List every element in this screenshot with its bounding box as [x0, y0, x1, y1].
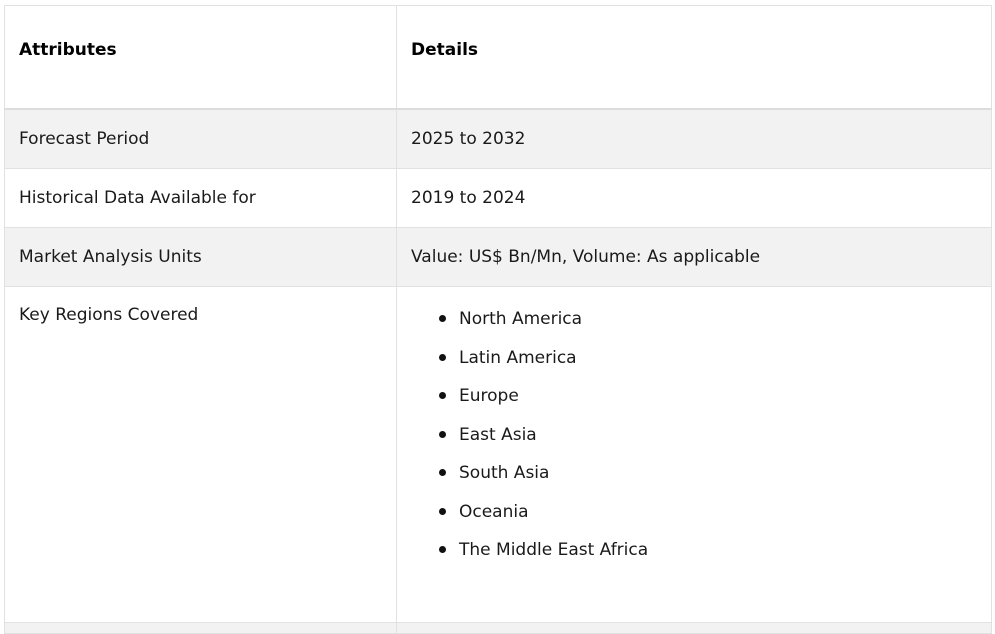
region-item: East Asia	[439, 423, 977, 462]
table-row: Market Analysis Units Value: US$ Bn/Mn, …	[4, 227, 992, 287]
attributes-table: Attributes Details Forecast Period 2025 …	[4, 5, 992, 634]
bullet-icon	[439, 430, 446, 438]
region-item: Oceania	[439, 500, 977, 539]
bullet-icon	[439, 507, 446, 515]
table-row-regions: Key Regions Covered North America Latin …	[4, 286, 992, 623]
attribute-cell: Forecast Period	[4, 108, 397, 169]
region-item: South Asia	[439, 461, 977, 500]
header-attributes: Attributes	[4, 5, 397, 110]
region-label: North America	[459, 309, 583, 329]
region-label: The Middle East Africa	[459, 540, 649, 560]
bullet-icon	[439, 469, 446, 476]
region-label: East Asia	[459, 424, 537, 445]
detail-cell: Value: US$ Bn/Mn, Volume: As applicable	[396, 227, 992, 287]
detail-cell: 2025 to 2032	[396, 108, 992, 169]
region-item: Latin America	[439, 346, 977, 385]
attribute-cell: Historical Data Available for	[4, 168, 397, 228]
regions-list-cell: North America Latin America Europe East …	[396, 286, 992, 623]
empty-cell	[396, 622, 992, 634]
region-label: Europe	[459, 386, 519, 406]
header-details: Details	[396, 5, 992, 110]
bullet-icon	[439, 392, 446, 399]
attribute-cell: Key Regions Covered	[4, 286, 397, 623]
empty-cell	[4, 622, 397, 634]
detail-cell: 2019 to 2024	[396, 168, 992, 228]
table-row: Historical Data Available for 2019 to 20…	[4, 168, 992, 228]
region-item: North America	[439, 307, 977, 346]
bullet-icon	[439, 546, 446, 553]
region-label: South Asia	[459, 463, 550, 483]
bullet-icon	[439, 353, 446, 361]
table-row: Forecast Period 2025 to 2032	[4, 108, 992, 169]
region-label: Latin America	[459, 347, 577, 368]
regions-list: North America Latin America Europe East …	[411, 307, 977, 577]
region-label: Oceania	[459, 501, 529, 522]
bullet-icon	[439, 315, 446, 322]
table-row-partial	[4, 622, 992, 634]
region-item: Europe	[439, 384, 977, 423]
table-header-row: Attributes Details	[4, 5, 992, 110]
region-item: The Middle East Africa	[439, 538, 977, 577]
attribute-cell: Market Analysis Units	[4, 227, 397, 287]
